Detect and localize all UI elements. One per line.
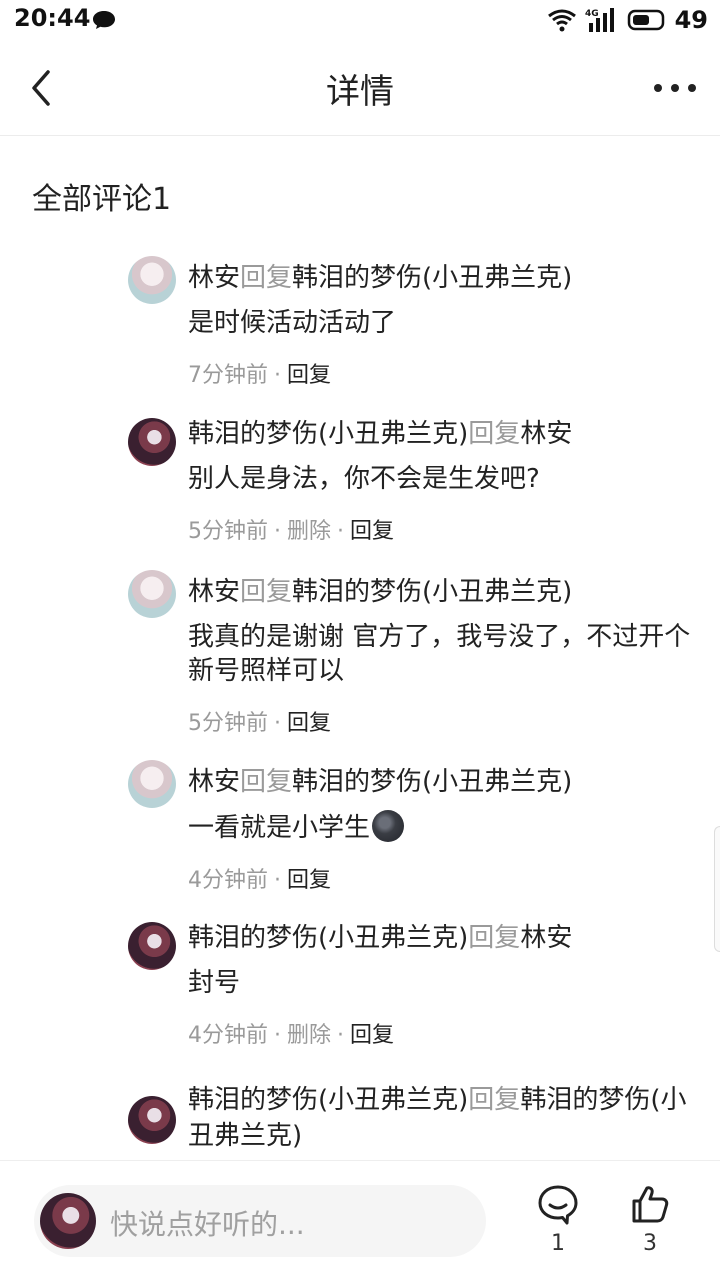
meta-separator: ·: [274, 519, 281, 544]
reply-target[interactable]: 韩泪的梦伤(小丑弗兰克): [292, 263, 572, 293]
scrollbar[interactable]: [714, 826, 720, 952]
comment-item: 韩泪的梦伤(小丑弗兰克)回复林安 封号 4分钟前 · 删除 · 回复: [0, 908, 720, 1070]
page-title: 详情: [326, 72, 394, 112]
comment-text: 一看就是小学生: [188, 813, 371, 843]
reply-button[interactable]: 回复: [287, 868, 331, 893]
status-bar: 20:44 4G 49: [0, 0, 720, 40]
comment-author[interactable]: 林安: [188, 577, 240, 607]
comment-item: 林安回复韩泪的梦伤(小丑弗兰克) 我真的是谢谢 官方了，我号没了，不过开个新号照…: [0, 562, 720, 752]
input-placeholder: 快说点好听的...: [110, 1208, 305, 1241]
comment-meta: 4分钟前 · 回复: [188, 867, 696, 907]
like-button[interactable]: 3: [620, 1183, 680, 1267]
network-type-label: 4G: [585, 9, 599, 19]
avatar[interactable]: [128, 570, 176, 618]
more-options-button[interactable]: [650, 70, 700, 106]
comment-header: 韩泪的梦伤(小丑弗兰克)回复林安: [188, 404, 696, 452]
wifi-icon: [547, 9, 576, 32]
delete-button[interactable]: 删除: [287, 1023, 331, 1048]
meta-separator: ·: [337, 1023, 345, 1048]
comment-author[interactable]: 韩泪的梦伤(小丑弗兰克): [188, 923, 468, 953]
meta-separator: ·: [274, 1023, 281, 1048]
reply-button[interactable]: 回复: [287, 363, 331, 388]
reply-word: 回复: [468, 1085, 521, 1115]
comment-meta: 5分钟前 · 删除 · 回复: [188, 518, 696, 558]
battery-level: 49: [674, 6, 708, 34]
reply-button[interactable]: 回复: [350, 519, 394, 544]
avatar[interactable]: [128, 256, 176, 304]
comment-text: 封号: [188, 968, 241, 998]
bottom-bar: 快说点好听的... 1 3: [0, 1160, 720, 1280]
avatar[interactable]: [128, 418, 176, 466]
comment-input[interactable]: 快说点好听的...: [34, 1185, 486, 1257]
comment-text-wrap: 一看就是小学生: [188, 810, 696, 845]
comment-text: 别人是身法，你不会是生发吧?: [188, 464, 540, 494]
comment-time: 4分钟前: [188, 1023, 268, 1048]
meta-separator: ·: [337, 519, 345, 544]
more-dots-icon: [654, 84, 696, 92]
reply-target[interactable]: 韩泪的梦伤(小丑弗兰克): [292, 767, 572, 797]
reply-word: 回复: [468, 419, 521, 449]
app-header: 详情: [0, 40, 720, 136]
comment-button[interactable]: 1: [528, 1183, 588, 1267]
reply-target[interactable]: 林安: [520, 923, 572, 953]
comment-time: 4分钟前: [188, 868, 268, 893]
comments-section-title: 全部评论1: [32, 182, 172, 217]
reply-word: 回复: [240, 767, 293, 797]
moon-face-icon: [372, 810, 405, 842]
meta-separator: ·: [274, 868, 281, 893]
status-time: 20:44: [14, 4, 91, 32]
comment-header: 林安回复韩泪的梦伤(小丑弗兰克): [188, 248, 696, 296]
comment-time: 5分钟前: [188, 519, 268, 544]
comment-list[interactable]: 林安回复韩泪的梦伤(小丑弗兰克) 是时候活动活动了 7分钟前 · 回复 韩泪的梦伤(…: [0, 248, 720, 1160]
comment-meta: 4分钟前 · 删除 · 回复: [188, 1022, 696, 1062]
comment-text: 是时候活动活动了: [188, 308, 397, 338]
comment-item: 韩泪的梦伤(小丑弗兰克)回复林安 别人是身法，你不会是生发吧? 5分钟前 · 删除 ·…: [0, 404, 720, 562]
reply-word: 回复: [468, 923, 521, 953]
comment-meta: 5分钟前 · 回复: [188, 710, 696, 750]
comment-header: 韩泪的梦伤(小丑弗兰克)回复林安: [188, 908, 696, 956]
reply-button[interactable]: 回复: [350, 1023, 394, 1048]
cell-signal-icon: 4G: [585, 8, 614, 32]
comment-author[interactable]: 林安: [188, 767, 240, 797]
status-indicators: 4G 49: [547, 6, 708, 34]
reply-word: 回复: [240, 577, 293, 607]
reply-button[interactable]: 回复: [287, 711, 331, 736]
comment-item: 林安回复韩泪的梦伤(小丑弗兰克) 一看就是小学生 4分钟前 · 回复: [0, 752, 720, 908]
delete-button[interactable]: 删除: [287, 519, 331, 544]
like-count: 3: [643, 1231, 657, 1256]
comment-header: 林安回复韩泪的梦伤(小丑弗兰克): [188, 562, 696, 610]
comment-header: 韩泪的梦伤(小丑弗兰克)回复韩泪的梦伤(小丑弗兰克): [188, 1070, 696, 1154]
meta-separator: ·: [274, 711, 281, 736]
meta-separator: ·: [274, 363, 281, 388]
reply-word: 回复: [240, 263, 293, 293]
comment-text: 我真的是谢谢 官方了，我号没了，不过开个新号照样可以: [188, 622, 691, 686]
avatar[interactable]: [128, 1096, 176, 1144]
comment-author[interactable]: 林安: [188, 263, 240, 293]
avatar: [40, 1193, 96, 1249]
avatar[interactable]: [128, 922, 176, 970]
comment-bubble-icon: [538, 1185, 578, 1225]
comment-header: 林安回复韩泪的梦伤(小丑弗兰克): [188, 752, 696, 800]
comment-meta: 7分钟前 · 回复: [188, 362, 696, 402]
comment-time: 7分钟前: [188, 363, 268, 388]
comment-author[interactable]: 韩泪的梦伤(小丑弗兰克): [188, 419, 468, 449]
comment-item: 韩泪的梦伤(小丑弗兰克)回复韩泪的梦伤(小丑弗兰克) 小礼: [0, 1070, 720, 1160]
reply-target[interactable]: 林安: [520, 419, 572, 449]
avatar[interactable]: [128, 760, 176, 808]
comment-time: 5分钟前: [188, 711, 268, 736]
comment-count: 1: [551, 1231, 565, 1256]
thumbs-up-icon: [632, 1186, 669, 1223]
chat-notification-icon: [93, 11, 115, 29]
comment-item: 林安回复韩泪的梦伤(小丑弗兰克) 是时候活动活动了 7分钟前 · 回复: [0, 248, 720, 404]
battery-icon: [627, 9, 664, 31]
comment-author[interactable]: 韩泪的梦伤(小丑弗兰克): [188, 1085, 468, 1115]
reply-target[interactable]: 韩泪的梦伤(小丑弗兰克): [292, 577, 572, 607]
